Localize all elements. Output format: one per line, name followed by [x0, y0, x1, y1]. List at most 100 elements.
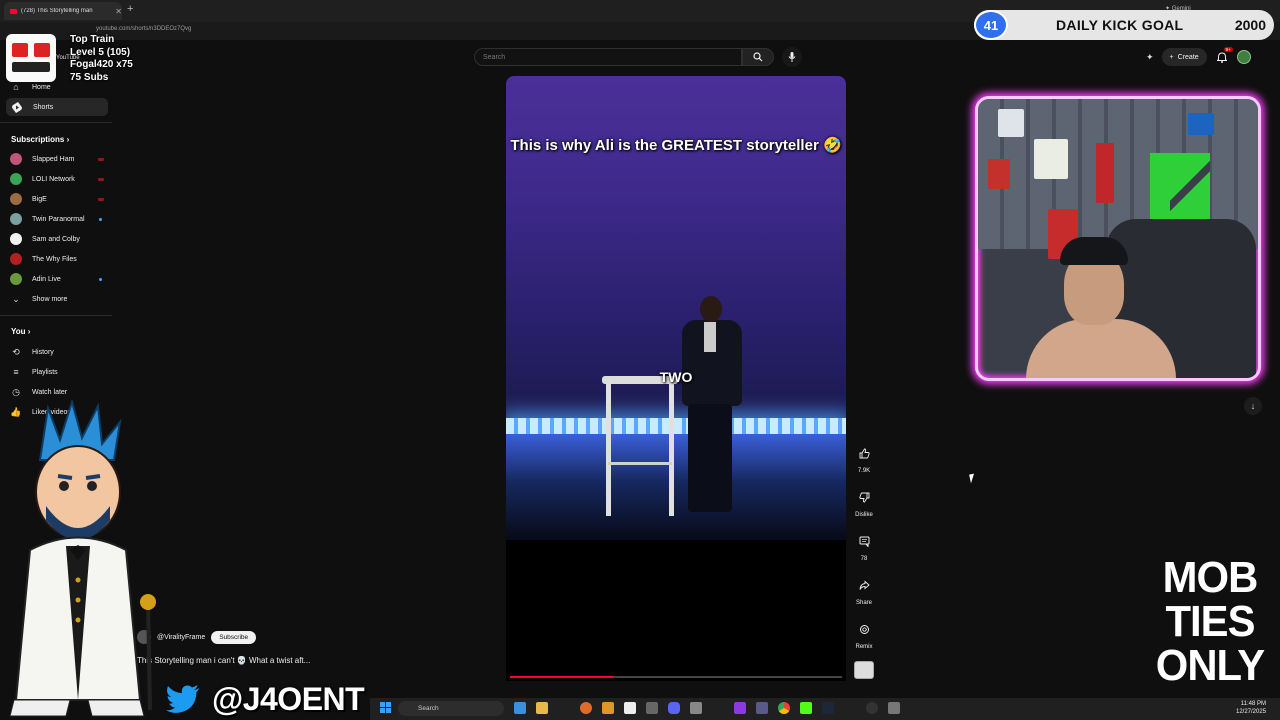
bell-icon: [1216, 51, 1227, 63]
cast-icon[interactable]: ✦: [1146, 52, 1154, 63]
sidebar-divider: [0, 315, 112, 316]
steam-icon[interactable]: [822, 702, 834, 714]
sidebar-item-label: Slapped Ham: [32, 155, 75, 163]
remix-label: Remix: [855, 644, 873, 650]
sidebar-item-label: Twin Paranormal: [32, 215, 85, 223]
notepad-icon[interactable]: [624, 702, 636, 714]
webcam-overlay: [975, 96, 1261, 381]
remix-button[interactable]: Remix: [849, 618, 879, 650]
sidebar-item-watch-later[interactable]: ◷ Watch later: [0, 383, 112, 401]
close-tab-icon[interactable]: ✕: [115, 7, 122, 16]
you-heading-label: You: [11, 327, 26, 336]
windows-start-icon[interactable]: [380, 702, 391, 713]
share-button[interactable]: Share: [849, 574, 879, 606]
sidebar-item-label: Watch later: [32, 388, 68, 396]
dislike-button[interactable]: Dislike: [849, 486, 879, 518]
comments-button[interactable]: 78: [849, 530, 879, 562]
remix-icon: [853, 618, 875, 640]
create-button[interactable]: + Create: [1161, 48, 1207, 66]
sidebar-item-label: History: [32, 348, 54, 356]
sidebar-subscription-item[interactable]: BigE: [0, 190, 112, 208]
live-indicator: [98, 197, 104, 201]
new-content-dot: [99, 277, 102, 281]
search-input[interactable]: Search: [474, 48, 742, 66]
twitter-handle-text: @J4OENT: [212, 680, 365, 717]
calculator-icon[interactable]: [646, 702, 658, 714]
sidebar-item-label: LOLI Network: [32, 175, 75, 183]
train-window: [12, 43, 28, 57]
url-text[interactable]: youtube.com/shorts/n3DDEOz7Qvg: [96, 26, 191, 32]
taskbar-search[interactable]: Search: [398, 701, 504, 716]
wall-poster: [1034, 139, 1068, 179]
app-icon[interactable]: [734, 702, 746, 714]
video-frame: This is why Ali is the GREATEST storytel…: [506, 76, 846, 540]
youtube-logo-text[interactable]: YouTube: [56, 55, 80, 61]
performer-shirt: [704, 322, 716, 352]
sidebar-item-label: Home: [32, 83, 51, 91]
sidebar-subscription-item[interactable]: Twin Paranormal: [0, 210, 112, 228]
sidebar-subscription-item[interactable]: Sam and Colby: [0, 230, 112, 248]
app-icon[interactable]: [690, 702, 702, 714]
wall-figure: [1096, 143, 1114, 203]
taskbar-clock[interactable]: 11:48 PM 12/27/2025: [1236, 700, 1266, 716]
mouse-cursor-icon: [969, 473, 976, 484]
channel-avatar: [10, 173, 22, 185]
app-icon[interactable]: [756, 702, 768, 714]
kick-goal-label: DAILY KICK GOAL: [1056, 17, 1184, 33]
sidebar-divider: [0, 122, 112, 123]
firefox-icon[interactable]: [580, 702, 592, 714]
next-short-arrow-icon[interactable]: ↓: [1244, 397, 1262, 415]
twitter-handle-overlay: @J4OENT: [166, 680, 365, 717]
notifications-button[interactable]: 9+: [1215, 47, 1233, 64]
voice-search-button[interactable]: [782, 47, 802, 67]
show-more-button[interactable]: ⌄ Show more: [0, 290, 112, 308]
video-progress-bar[interactable]: [510, 676, 842, 678]
train-base: [12, 62, 50, 72]
subscriptions-heading[interactable]: Subscriptions ›: [11, 135, 69, 144]
sidebar-subscription-item[interactable]: The Why Files: [0, 250, 112, 268]
like-button[interactable]: 7.9K: [849, 442, 879, 474]
mob-ties-line: MOB: [1162, 553, 1259, 602]
live-indicator: [98, 177, 104, 181]
sidebar-item-playlists[interactable]: ≡ Playlists: [0, 363, 112, 381]
search-button[interactable]: [742, 48, 774, 66]
account-avatar[interactable]: [1236, 50, 1251, 64]
comment-count: 78: [860, 556, 868, 562]
media-player-icon[interactable]: [866, 702, 878, 714]
wall-poster: [998, 109, 1024, 137]
plus-icon: +: [1169, 53, 1174, 61]
settings-icon[interactable]: [888, 702, 900, 714]
channel-avatar: [10, 253, 22, 265]
sidebar-item-label: Adin Live: [32, 275, 61, 283]
file-explorer-icon[interactable]: [536, 702, 548, 714]
discord-icon[interactable]: [668, 702, 680, 714]
performer-legs: [688, 404, 732, 512]
wall-poster: [988, 159, 1010, 189]
browser-tab[interactable]: (728) This Storytelling man ✕: [4, 2, 122, 20]
train-line-1: Top Train: [70, 34, 115, 45]
home-icon: ⌂: [13, 82, 19, 92]
sidebar-subscription-item[interactable]: Slapped Ham: [0, 150, 112, 168]
stool-rung: [608, 462, 672, 465]
copilot-icon[interactable]: [514, 702, 526, 714]
playlists-icon: ≡: [13, 367, 19, 377]
like-count: 7.9K: [857, 468, 871, 474]
video-subtitle-word: TWO: [659, 369, 693, 385]
sidebar-item-shorts[interactable]: Shorts: [6, 98, 108, 116]
kick-app-icon[interactable]: [800, 702, 812, 714]
watch-later-icon: ◷: [12, 386, 20, 397]
chrome-icon[interactable]: [778, 702, 790, 714]
sidebar-subscription-item[interactable]: LOLI Network: [0, 170, 112, 188]
sound-thumbnail[interactable]: [854, 661, 874, 679]
sidebar-item-history[interactable]: ⟲ History: [0, 343, 112, 361]
sidebar-item-label: Shorts: [33, 103, 54, 111]
comment-icon: [853, 530, 875, 552]
you-heading[interactable]: You ›: [11, 327, 30, 336]
subscribe-button[interactable]: Subscribe: [211, 630, 257, 644]
app-icon[interactable]: [602, 702, 614, 714]
history-icon: ⟲: [12, 346, 20, 357]
train-icon: [6, 34, 56, 82]
sidebar-subscription-item[interactable]: Adin Live: [0, 270, 112, 288]
new-tab-button[interactable]: +: [127, 3, 133, 15]
shorts-video-player[interactable]: This is why Ali is the GREATEST storytel…: [506, 76, 846, 681]
